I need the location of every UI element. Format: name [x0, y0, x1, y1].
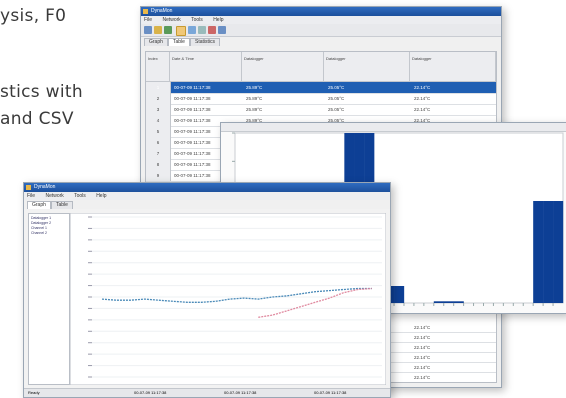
cell-index: 7 [146, 148, 171, 159]
tab-statistics[interactable]: Statistics [190, 38, 221, 46]
tab-graph[interactable]: Graph [27, 201, 51, 209]
cell-value-2: 25.05°C [328, 85, 345, 90]
cell-index: 4 [146, 115, 171, 126]
save-icon[interactable] [164, 26, 172, 34]
cell-value-1: 25.89°C [246, 107, 263, 112]
cell-value-2: 25.05°C [328, 107, 345, 112]
tab-table[interactable]: Table [51, 201, 73, 209]
column-header-index[interactable]: Index [146, 52, 170, 82]
menu-help[interactable]: Help [213, 17, 223, 23]
promo-line: ysis, F0 [0, 6, 67, 26]
menu-file[interactable]: File [27, 193, 35, 199]
download-icon[interactable] [188, 26, 196, 34]
histogram-bar [543, 201, 554, 303]
cell-value-3: 22.14°C [414, 85, 431, 90]
cell-datetime: 00-07-09 11:17:38 [174, 96, 211, 101]
promo-line: stics with [0, 82, 83, 102]
cell-index: 3 [146, 104, 171, 115]
line-chart [70, 213, 386, 385]
tab-table[interactable]: Table [168, 38, 190, 46]
cell-datetime: 00-07-09 11:17:38 [174, 118, 211, 123]
window-title: DynaMon [151, 8, 173, 14]
cell-value-3: 22.14°C [414, 107, 431, 112]
cell-datetime: 00-07-09 11:17:38 [174, 85, 211, 90]
cell-datetime: 00-07-09 11:17:38 [174, 162, 211, 167]
cell-datetime: 00-07-09 11:17:38 [174, 173, 211, 178]
histogram-bar [443, 301, 454, 303]
menubar: File Network Tools Help [24, 192, 390, 200]
histogram-bar [433, 301, 444, 303]
app-icon [143, 9, 148, 14]
menu-network[interactable]: Network [45, 193, 63, 199]
histogram-bar [394, 286, 405, 303]
column-header-datalogger-2[interactable]: Datalogger [324, 52, 410, 82]
cell-index: 5 [146, 126, 171, 137]
menubar: File Network Tools Help [141, 16, 501, 24]
stop-icon[interactable] [208, 26, 216, 34]
menu-network[interactable]: Network [162, 17, 180, 23]
cell-index: 9 [146, 170, 171, 181]
graph-window-titlebar[interactable]: DynaMon [24, 183, 390, 192]
cell-value-3: 22.14°C [414, 96, 431, 101]
window-title: DynaMon [34, 184, 56, 190]
tab-graph[interactable]: Graph [144, 38, 168, 46]
cell-value-1: 25.89°C [246, 85, 263, 90]
cell-value-1: 25.89°C [246, 96, 263, 101]
toolbar [141, 24, 501, 37]
histogram-bar [533, 201, 544, 303]
tree-item[interactable]: Channel 2 [31, 231, 67, 236]
cell-index: 2 [146, 93, 171, 104]
menu-help[interactable]: Help [96, 193, 106, 199]
column-header-datalogger-1[interactable]: Datalogger [242, 52, 324, 82]
cell-value-2: 25.05°C [328, 96, 345, 101]
histogram-bar [453, 301, 464, 303]
refresh-icon[interactable] [198, 26, 206, 34]
cell-value-3: 22.14°C [414, 382, 430, 383]
promo-line: and CSV [0, 109, 74, 129]
menu-tools[interactable]: Tools [74, 193, 86, 199]
tab-bar: Graph Table [24, 200, 390, 209]
table-window-titlebar[interactable]: DynaMon [141, 7, 501, 16]
menu-file[interactable]: File [144, 17, 152, 23]
cell-index: 8 [146, 159, 171, 170]
folder-icon[interactable] [176, 26, 186, 36]
column-header-datetime[interactable]: Date & Time [170, 52, 242, 82]
app-icon [26, 185, 31, 190]
new-icon[interactable] [144, 26, 152, 34]
tab-bar: Graph Table Statistics [141, 37, 501, 46]
open-icon[interactable] [154, 26, 162, 34]
settings-icon[interactable] [218, 26, 226, 34]
graph-window: DynaMon File Network Tools Help Graph Ta… [23, 182, 391, 398]
cell-index: 6 [146, 137, 171, 148]
cell-datetime: 00-07-09 11:17:38 [174, 107, 211, 112]
channel-tree: Datalogger 1 Datalogger 2 Channel 1 Chan… [28, 213, 70, 385]
cell-datetime: 00-07-09 11:17:38 [174, 151, 211, 156]
cell-datetime: 00-07-09 11:17:38 [174, 140, 211, 145]
cell-index: 1 [146, 82, 171, 93]
histogram-bar [553, 201, 564, 303]
cell-datetime: 00-07-09 11:17:38 [174, 129, 211, 134]
menu-tools[interactable]: Tools [191, 17, 203, 23]
column-header-datalogger-3[interactable]: Datalogger [410, 52, 496, 82]
